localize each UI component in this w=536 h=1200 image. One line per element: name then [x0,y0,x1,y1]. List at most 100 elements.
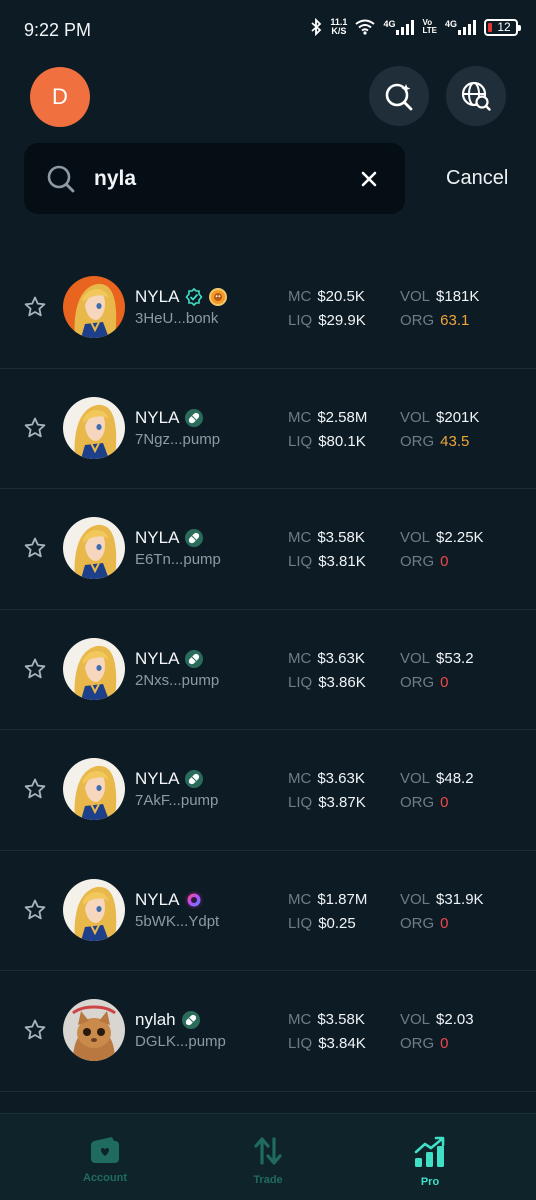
bluetooth-icon [311,18,322,36]
net-speed-unit: K/S [331,26,347,36]
search-input[interactable] [94,163,344,195]
market-cap: MC $20.5K [288,288,365,305]
organic-score: ORG 0 [400,915,449,932]
token-row[interactable]: NYLA 7Ngz...pump MC $2.58M VOL $201K LIQ $80.1K… [0,369,536,489]
mc-label: MC [288,288,312,305]
nav-trade-label: Trade [253,1174,283,1186]
liquidity: LIQ $3.86K [288,674,366,691]
clear-search-button[interactable] [357,167,381,191]
token-row[interactable]: NYLA 7AkF...pump MC $3.63K VOL $48.2 LIQ $3.87K… [0,730,536,851]
volte-indicator: Vo LTE [422,19,437,35]
nav-account[interactable]: Account [45,1114,165,1200]
mc-label: MC [288,649,312,667]
token-row[interactable]: NYLA 5bWK...Ydpt MC $1.87M VOL $31.9K LIQ $0.25… [0,851,536,971]
status-time: 9:22 PM [24,20,92,40]
token-name: NYLA [135,287,180,306]
status-icons: 11.1 K/S 4G Vo LTE 4G 12 [310,18,521,36]
token-row[interactable]: NYLA 3HeU...bonk MC $20.5K VOL $181K LIQ $29.9K… [0,248,536,369]
token-name: NYLA [135,528,180,547]
organic-score: ORG 0 [400,1035,449,1052]
token-row[interactable]: NYLA 2Nxs...pump MC $3.63K VOL $53.2 LIQ $3.86K… [0,610,536,730]
favorite-star-icon[interactable] [23,657,47,681]
vol-label: VOL [400,408,431,426]
token-address: DGLK...pump [135,1033,226,1050]
token-name-line: NYLA [135,649,204,669]
vol-label: VOL [400,1011,431,1028]
favorite-star-icon[interactable] [23,898,47,922]
liq-label: LIQ [288,1035,313,1052]
vol-value: $2.25K [436,529,484,546]
cancel-button[interactable]: Cancel [446,167,508,190]
market-cap: MC $3.58K [288,529,365,546]
token-address: 3HeU...bonk [135,310,219,327]
sim2-type: 4G [444,19,457,29]
org-value: 0 [440,794,449,811]
token-address: 7AkF...pump [135,792,219,809]
org-label: ORG [400,914,435,932]
liquidity: LIQ $80.1K [288,433,366,450]
bottom-nav: Account Trade Pro [0,1113,536,1200]
liquidity: LIQ $0.25 [288,915,356,932]
nav-trade[interactable]: Trade [208,1114,328,1200]
favorite-star-icon[interactable] [23,416,47,440]
search-sparkle-icon [385,83,413,111]
token-avatar [63,517,125,579]
token-name-line: NYLA [135,287,228,307]
net-speed: 11.1 K/S [330,18,347,36]
liq-value: $3.86K [318,673,366,691]
org-label: ORG [400,312,435,329]
vol-label: VOL [400,529,431,546]
token-address: 5bWK...Ydpt [135,912,220,930]
org-value: 63.1 [440,312,470,329]
vol-value: $181K [436,288,480,305]
token-name-line: NYLA [135,528,204,548]
battery-level: 12 [497,20,511,34]
bonk-icon [209,288,228,306]
token-row[interactable]: nylah DGLK...pump MC $3.58K VOL $2.03 LIQ $3.84… [0,971,536,1092]
token-address: 7Ngz...pump [135,430,221,448]
signal-bars-icon [396,19,415,35]
market-cap: MC $2.58M [288,409,367,426]
swap-arrows-icon [254,1137,282,1165]
liquidity: LIQ $3.81K [288,553,366,570]
org-value: 0 [440,1035,449,1052]
mc-label: MC [288,1011,312,1028]
liq-value: $3.81K [318,553,366,570]
vol-value: $31.9K [436,890,484,908]
pump-icon [185,770,204,788]
vol-value: $53.2 [436,649,474,667]
globe-search-icon [461,81,491,111]
favorite-star-icon[interactable] [23,1018,47,1042]
organic-score: ORG 0 [400,674,449,691]
volume: VOL $2.03 [400,1011,474,1028]
org-label: ORG [400,1035,435,1052]
signal-sim2: 4G [445,19,476,35]
volume: VOL $2.25K [400,529,484,546]
token-search-button[interactable] [369,66,429,126]
nav-pro[interactable]: Pro [370,1114,490,1200]
vol-value: $201K [436,408,480,426]
web-search-button[interactable] [446,66,506,126]
favorite-star-icon[interactable] [23,295,47,319]
favorite-star-icon[interactable] [23,777,47,801]
organic-score: ORG 0 [400,553,449,570]
nav-pro-label: Pro [420,1176,440,1188]
liquidity: LIQ $29.9K [288,312,366,329]
org-value: 0 [440,673,449,691]
token-address: 2Nxs...pump [135,671,220,689]
org-value: 0 [440,553,449,570]
volume: VOL $48.2 [400,770,474,787]
liq-value: $3.87K [318,794,366,811]
token-name: NYLA [135,407,180,427]
favorite-star-icon[interactable] [23,536,47,560]
token-name-line: NYLA [135,890,204,910]
liq-label: LIQ [288,673,313,691]
vol-label: VOL [400,890,431,908]
liq-label: LIQ [288,432,313,450]
organic-score: ORG 43.5 [400,433,469,450]
liq-value: $0.25 [318,914,356,932]
profile-avatar[interactable]: D [30,67,90,127]
token-row[interactable]: NYLA E6Tn...pump MC $3.58K VOL $2.25K LIQ $3.81… [0,489,536,610]
token-name-line: NYLA [135,407,204,428]
vol-value: $48.2 [436,770,474,787]
